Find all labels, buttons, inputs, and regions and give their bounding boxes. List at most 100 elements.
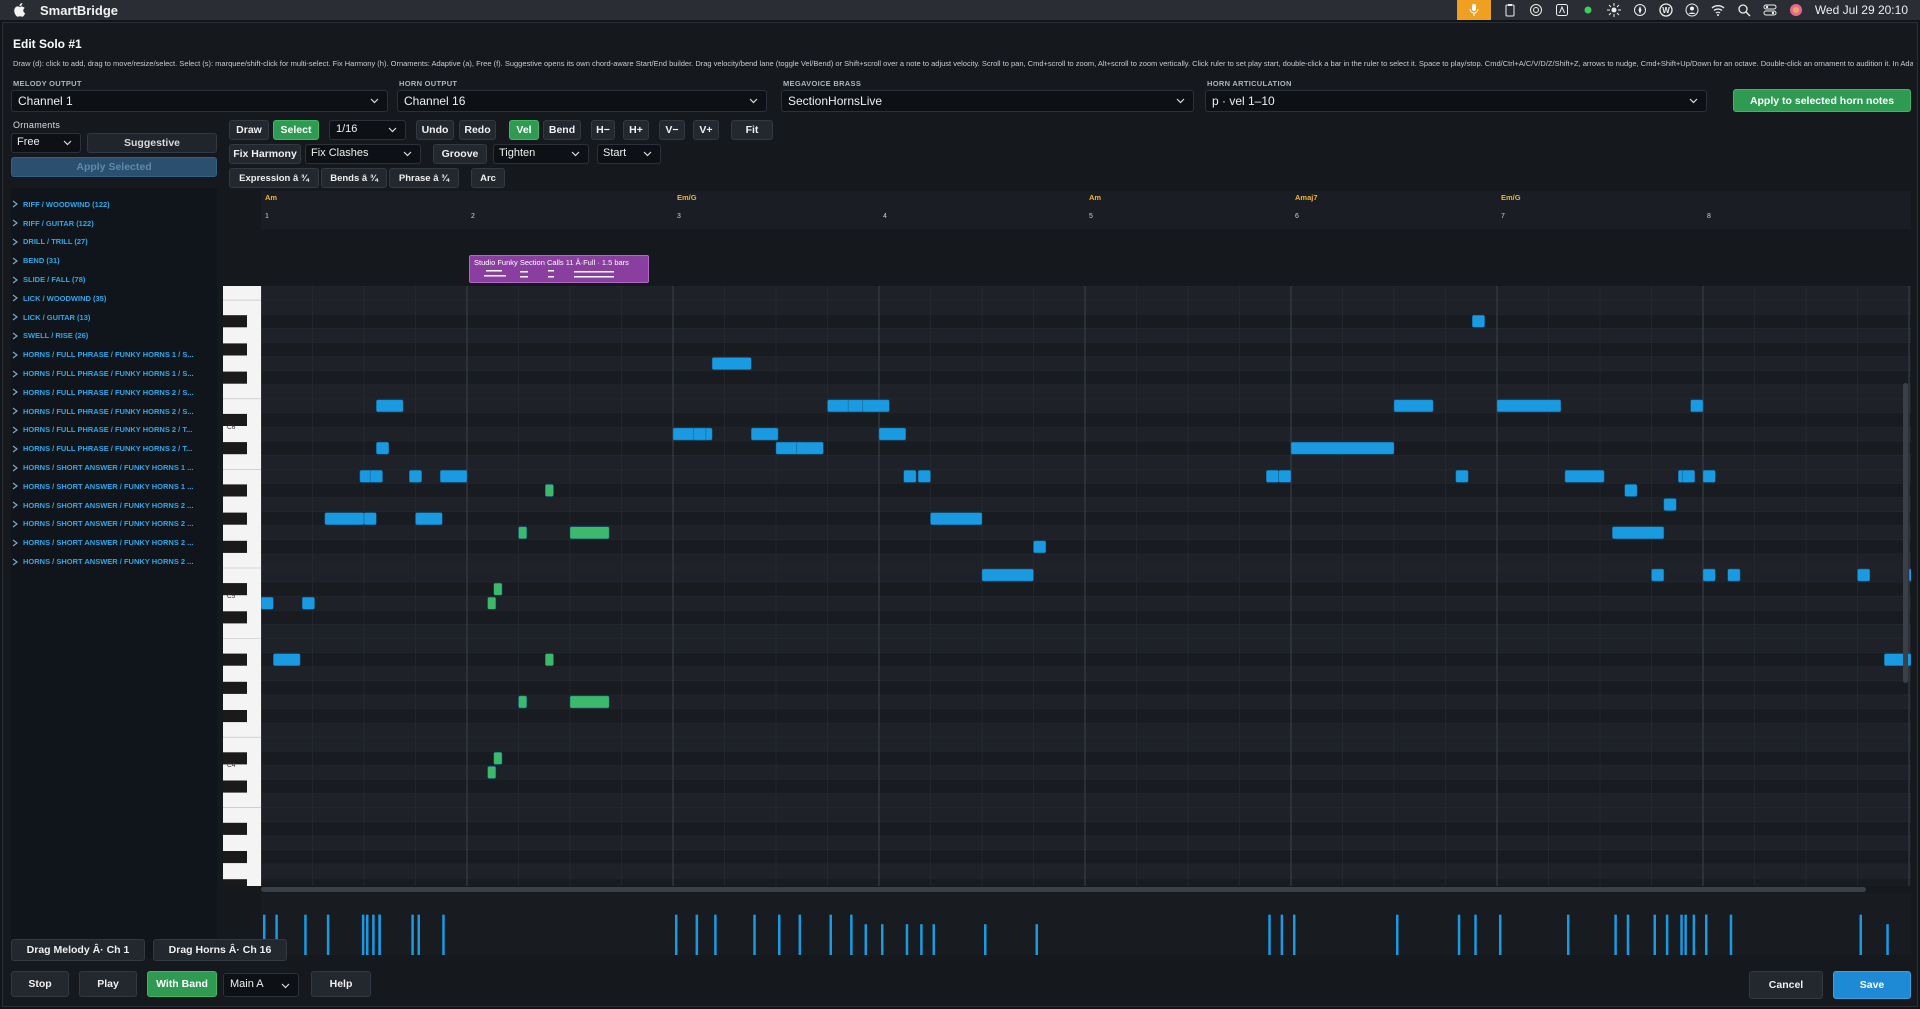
stop-button[interactable]: Stop (11, 971, 69, 997)
ornament-category-item[interactable]: HORNS / SHORT ANSWER / FUNKY HORNS 2 ... (11, 496, 217, 515)
compass-icon[interactable] (1633, 3, 1647, 17)
help-button[interactable]: Help (311, 971, 371, 997)
text-box-icon[interactable] (1555, 3, 1569, 17)
clipboard-icon[interactable] (1503, 3, 1517, 17)
with-band-button[interactable]: With Band (147, 971, 217, 997)
horn-articulation-value: p · vel 1–10 (1212, 94, 1275, 108)
drag-melody-button[interactable]: Drag Melody Â· Ch 1 (11, 939, 145, 961)
user-icon[interactable] (1685, 3, 1699, 17)
ornament-category-label: LICK / GUITAR (13) (23, 312, 91, 322)
apply-selected-button[interactable]: Apply Selected (11, 157, 217, 177)
v-minus-button[interactable]: V− (659, 120, 685, 140)
section-select[interactable]: Main A (223, 973, 299, 997)
ornament-mode-select[interactable]: Free (11, 133, 81, 153)
wordpress-icon[interactable]: W (1659, 3, 1673, 17)
undo-button[interactable]: Undo (416, 120, 454, 140)
grid-row (261, 483, 1911, 498)
velocity-bar (1396, 914, 1399, 955)
ornament-category-label: HORNS / SHORT ANSWER / FUNKY HORNS 2 ... (23, 538, 194, 548)
chevron-down-icon (571, 151, 580, 157)
ornament-category-item[interactable]: DRILL / TRILL (27) (11, 233, 217, 252)
megavoice-brass-select[interactable]: SectionHornsLive (781, 90, 1194, 112)
horn-articulation-select[interactable]: p · vel 1–10 (1205, 90, 1707, 112)
ornament-category-item[interactable]: LICK / WOODWIND (35) (11, 289, 217, 308)
cancel-button[interactable]: Cancel (1749, 971, 1823, 999)
siri-icon[interactable] (1789, 3, 1803, 17)
clock[interactable]: Wed Jul 29 20:10 (1815, 3, 1908, 17)
ornament-category-item[interactable]: RIFF / GUITAR (122) (11, 214, 217, 233)
play-button[interactable]: Play (79, 971, 137, 997)
ornament-clip-preview (484, 270, 614, 278)
horizontal-scrollbar[interactable] (261, 887, 1866, 892)
velocity-bar (984, 924, 987, 955)
arc-button[interactable]: Arc (471, 168, 505, 188)
velocity-bar (1626, 914, 1630, 955)
piano-keyboard[interactable] (223, 286, 261, 886)
wifi-icon[interactable] (1711, 3, 1725, 17)
save-button[interactable]: Save (1833, 971, 1911, 999)
bends-button[interactable]: Bends â ¾ (321, 168, 387, 188)
melody-note (930, 512, 983, 525)
ornament-category-item[interactable]: BEND (31) (11, 251, 217, 270)
ornament-category-item[interactable]: HORNS / SHORT ANSWER / FUNKY HORNS 1 ... (11, 458, 217, 477)
melody-note (693, 427, 707, 441)
h-minus-button[interactable]: H− (591, 120, 615, 140)
tighten-select[interactable]: Tighten (493, 144, 589, 164)
ornament-category-item[interactable]: SLIDE / FALL (78) (11, 270, 217, 289)
melody-output-select[interactable]: Channel 1 (11, 90, 388, 112)
ornament-category-item[interactable]: SWELL / RISE (26) (11, 327, 217, 346)
search-icon[interactable] (1737, 3, 1751, 17)
draw-button[interactable]: Draw (229, 120, 269, 140)
suggestive-button[interactable]: Suggestive (87, 133, 217, 153)
ornament-category-item[interactable]: RIFF / WOODWIND (122) (11, 195, 217, 214)
ornament-category-item[interactable]: HORNS / FULL PHRASE / FUNKY HORNS 1 / S.… (11, 345, 217, 364)
ornament-category-item[interactable]: HORNS / FULL PHRASE / FUNKY HORNS 2 / T.… (11, 421, 217, 440)
select-button[interactable]: Select (273, 120, 319, 140)
status-dot-icon[interactable] (1581, 3, 1595, 17)
fit-button[interactable]: Fit (731, 120, 773, 140)
h-plus-button[interactable]: H+ (623, 120, 649, 140)
chevron-right-icon (12, 539, 18, 547)
ornament-category-item[interactable]: HORNS / FULL PHRASE / FUNKY HORNS 2 / S.… (11, 383, 217, 402)
redo-button[interactable]: Redo (459, 120, 496, 140)
ornament-category-item[interactable]: HORNS / SHORT ANSWER / FUNKY HORNS 2 ... (11, 533, 217, 552)
ornament-category-item[interactable]: HORNS / FULL PHRASE / FUNKY HORNS 2 / S.… (11, 402, 217, 421)
microphone-icon[interactable] (1456, 0, 1491, 20)
target-icon[interactable] (1529, 3, 1543, 17)
control-center-icon[interactable] (1763, 3, 1777, 17)
ornament-category-item[interactable]: HORNS / SHORT ANSWER / FUNKY HORNS 2 ... (11, 552, 217, 571)
ornament-clip[interactable]: Studio Funky Section Calls 11 Â·Full · 1… (469, 255, 649, 283)
app-name[interactable]: SmartBridge (40, 3, 118, 18)
bar-number: 8 (1707, 213, 1711, 220)
grid-select[interactable]: 1/16 (329, 120, 406, 140)
fix-clashes-select[interactable]: Fix Clashes (305, 144, 421, 164)
horn-output-select[interactable]: Channel 16 (397, 90, 767, 112)
bend-toggle[interactable]: Bend (543, 120, 581, 140)
black-key (223, 681, 247, 694)
ornament-category-item[interactable]: HORNS / FULL PHRASE / FUNKY HORNS 1 / S.… (11, 364, 217, 383)
vertical-scrollbar[interactable] (1903, 383, 1908, 683)
ornament-category-label: HORNS / FULL PHRASE / FUNKY HORNS 1 / S.… (23, 369, 194, 379)
v-plus-button[interactable]: V+ (693, 120, 719, 140)
melody-note (376, 441, 389, 455)
apple-icon[interactable] (12, 3, 26, 17)
velocity-lane[interactable] (261, 893, 1911, 955)
expression-button[interactable]: Expression â ¾ (229, 168, 319, 188)
ornament-category-item[interactable]: LICK / GUITAR (13) (11, 308, 217, 327)
fix-harmony-button[interactable]: Fix Harmony (229, 144, 301, 164)
start-select[interactable]: Start (597, 144, 661, 164)
ornament-category-item[interactable]: HORNS / SHORT ANSWER / FUNKY HORNS 1 ... (11, 477, 217, 496)
ornament-category-item[interactable]: HORNS / FULL PHRASE / FUNKY HORNS 2 / T.… (11, 439, 217, 458)
velocity-bar (1680, 914, 1683, 955)
drag-horns-button[interactable]: Drag Horns Â· Ch 16 (153, 939, 287, 961)
groove-button[interactable]: Groove (433, 144, 487, 164)
timeline-ruler[interactable]: Am Em/G Am Amaj7 Em/G 1 2 3 4 5 6 7 8 (261, 191, 1911, 229)
apply-horn-notes-button[interactable]: Apply to selected horn notes (1733, 89, 1911, 112)
vel-toggle[interactable]: Vel (509, 120, 539, 140)
sun-icon[interactable] (1606, 3, 1621, 17)
chevron-down-icon (388, 127, 397, 133)
grid-row (261, 596, 1911, 611)
phrase-button[interactable]: Phrase â ¾ (389, 168, 459, 188)
ornament-category-item[interactable]: HORNS / SHORT ANSWER / FUNKY HORNS 2 ... (11, 515, 217, 534)
piano-roll-grid[interactable] (261, 286, 1911, 886)
